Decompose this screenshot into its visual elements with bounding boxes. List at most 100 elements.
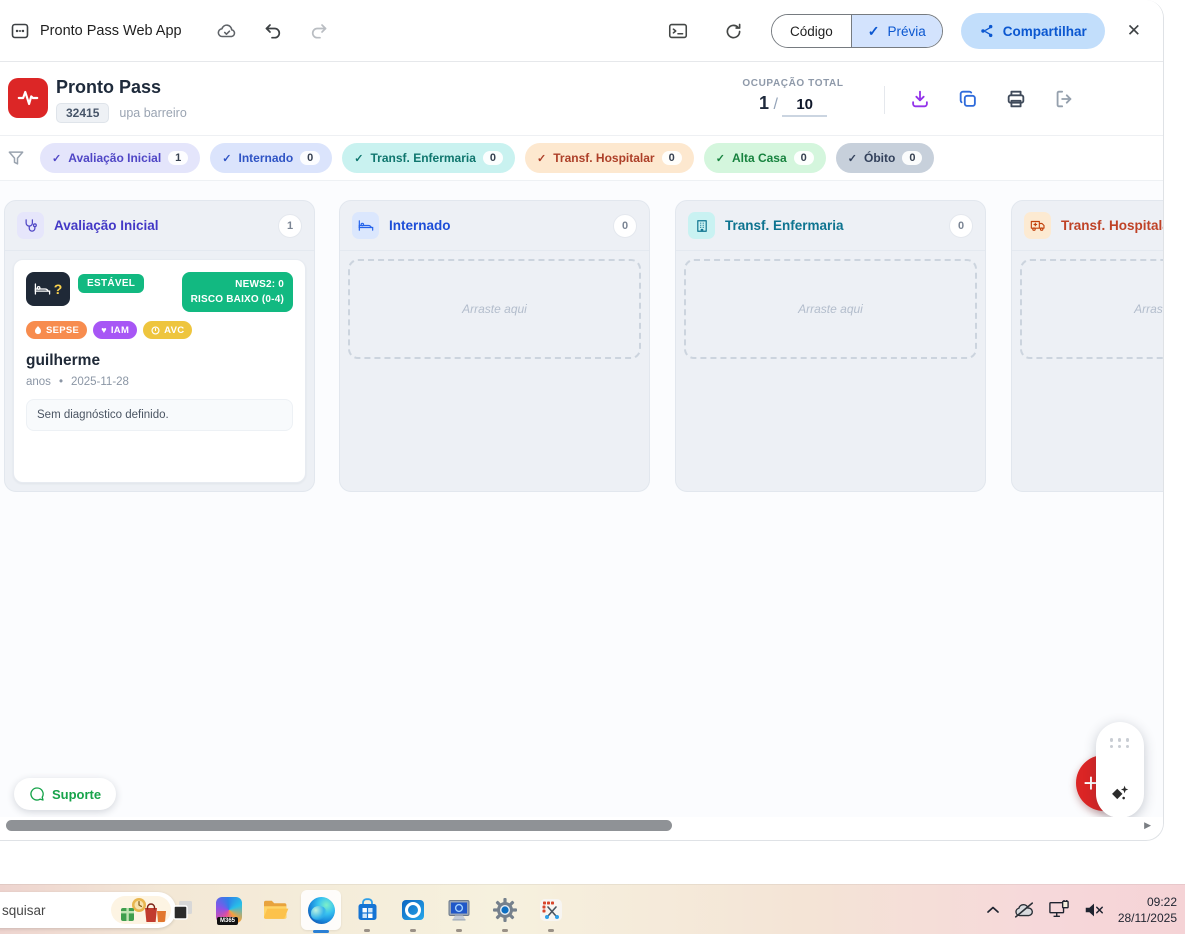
app-logo [8,78,48,118]
app-title: Pronto Pass [56,77,161,98]
chip-count: 1 [168,151,188,165]
share-button[interactable]: Compartilhar [961,13,1105,49]
column-title: Avaliação Inicial [54,218,268,233]
patient-name: guilherme [26,352,293,370]
filter-chip-internado[interactable]: ✓ Internado 0 [210,143,332,173]
print-icon[interactable] [1001,84,1031,114]
horizontal-scrollbar: ▶ [0,817,1163,833]
check-icon: ✓ [868,23,880,40]
occupancy-panel: OCUPAÇÃO TOTAL 1 / 10 [728,78,858,117]
column-title: Transf. Enfermaria [725,218,939,233]
scrollbar-right-arrow[interactable]: ▶ [1144,820,1151,831]
settings-gear-icon[interactable] [482,885,528,934]
task-view-icon[interactable] [160,885,206,934]
patient-meta: anos • 2025-11-28 [26,376,293,388]
drag-handle-icon[interactable] [1110,738,1131,748]
download-icon[interactable] [905,84,935,114]
undo-icon[interactable] [254,12,292,50]
filter-chip-obito[interactable]: ✓ Óbito 0 [836,143,935,173]
chip-count: 0 [483,151,503,165]
microsoft-store-icon[interactable] [344,885,390,934]
drop-zone[interactable]: Arraste aqui [348,259,641,359]
filter-chip-transf-enfermaria[interactable]: ✓ Transf. Enfermaria 0 [342,143,515,173]
share-icon [979,23,995,39]
legacy-display-app-icon[interactable] [436,885,482,934]
logout-icon[interactable] [1049,84,1079,114]
column-transf-enfermaria: Transf. Enfermaria 0 Arraste aqui [675,200,986,492]
support-button[interactable]: Suporte [14,778,116,810]
column-count: 0 [613,214,637,238]
snipping-tool-icon[interactable] [528,885,574,934]
onedrive-paused-icon[interactable] [1013,901,1035,919]
unit-name: upa barreiro [119,106,186,120]
app-window-icon [10,21,30,41]
chip-count: 0 [300,151,320,165]
assistant-widget[interactable] [1096,722,1144,818]
redo-icon[interactable] [300,12,338,50]
editor-top-bar: Pronto Pass Web App Código [0,0,1163,62]
column-avaliacao-inicial: Avaliação Inicial 1 ? ESTÁVEL NEWS2: 0 R… [4,200,315,492]
patient-card[interactable]: ? ESTÁVEL NEWS2: 0 RISCO BAIXO (0-4) SEP… [13,259,306,483]
filter-chip-transf-hospitalar[interactable]: ✓ Transf. Hospitalar 0 [525,143,694,173]
diagnosis-box: Sem diagnóstico definido. [26,399,293,431]
drop-zone[interactable]: Arraste aqui [684,259,977,359]
chat-bubble-icon [29,786,45,802]
occupancy-total-field[interactable]: 10 [782,96,827,117]
occupancy-label: OCUPAÇÃO TOTAL [728,78,858,89]
filter-chip-avaliacao-inicial[interactable]: ✓ Avaliação Inicial 1 [40,143,200,173]
filter-funnel-icon[interactable] [6,148,26,168]
refresh-icon[interactable] [715,12,753,50]
sparkle-icon[interactable] [1109,782,1131,804]
chip-count: 0 [902,151,922,165]
editor-preview-frame: Pronto Pass Web App Código [0,0,1164,841]
heart-icon: ♥ [101,325,107,335]
column-title: Transf. Hospitalar [1061,218,1164,233]
close-icon[interactable]: ✕ [1123,17,1145,45]
flame-icon [34,326,42,335]
column-internado: Internado 0 Arraste aqui [339,200,650,492]
preview-tab[interactable]: ✓ Prévia [851,15,942,47]
clock-icon [151,326,160,335]
edge-browser-icon[interactable] [298,885,344,934]
status-badge: ESTÁVEL [78,274,144,293]
network-ethernet-icon[interactable] [1048,900,1070,920]
code-preview-toggle: Código ✓ Prévia [771,14,943,48]
project-title: Pronto Pass Web App [40,23,182,39]
volume-muted-icon[interactable] [1083,901,1105,919]
stethoscope-icon [17,212,44,239]
filter-chip-alta-casa[interactable]: ✓ Alta Casa 0 [704,143,826,173]
app-header: Pronto Pass 32415 upa barreiro OCUPAÇÃO … [0,62,1163,136]
chip-count: 0 [794,151,814,165]
cloud-saved-icon [208,12,246,50]
scrollbar-thumb[interactable] [6,820,672,831]
tag-sepse: SEPSE [26,321,87,339]
outlook-icon[interactable] [390,885,436,934]
kanban-board: Avaliação Inicial 1 ? ESTÁVEL NEWS2: 0 R… [0,181,1163,819]
taskbar-clock[interactable]: 09:22 28/11/2025 [1118,894,1177,926]
tray-chevron-up-icon[interactable] [986,905,1000,915]
building-icon [688,212,715,239]
file-explorer-icon[interactable] [252,885,298,934]
bed-icon [352,212,379,239]
terminal-icon[interactable] [659,12,697,50]
drop-zone[interactable]: Arraste aqui [1020,259,1164,359]
chip-count: 0 [662,151,682,165]
unit-code-badge: 32415 [56,103,109,123]
column-transf-hospitalar: Transf. Hospitalar Arraste aqui [1011,200,1164,492]
news2-score-badge: NEWS2: 0 RISCO BAIXO (0-4) [182,272,293,312]
filter-bar: ✓ Avaliação Inicial 1 ✓ Internado 0 ✓ Tr… [0,136,1163,181]
tag-iam: ♥ IAM [93,321,137,339]
column-count: 1 [278,214,302,238]
taskbar-search-input[interactable]: squisar [0,892,176,928]
tag-avc: AVC [143,321,192,339]
column-title: Internado [389,218,603,233]
occupancy-current: 1 [759,93,769,113]
column-count: 0 [949,214,973,238]
code-tab[interactable]: Código [772,15,851,47]
copy-icon[interactable] [953,84,983,114]
windows-taskbar: squisar M365 [0,884,1185,934]
bed-status-icon: ? [26,272,70,306]
m365-copilot-icon[interactable]: M365 [206,885,252,934]
header-divider [884,86,885,114]
ambulance-icon [1024,212,1051,239]
